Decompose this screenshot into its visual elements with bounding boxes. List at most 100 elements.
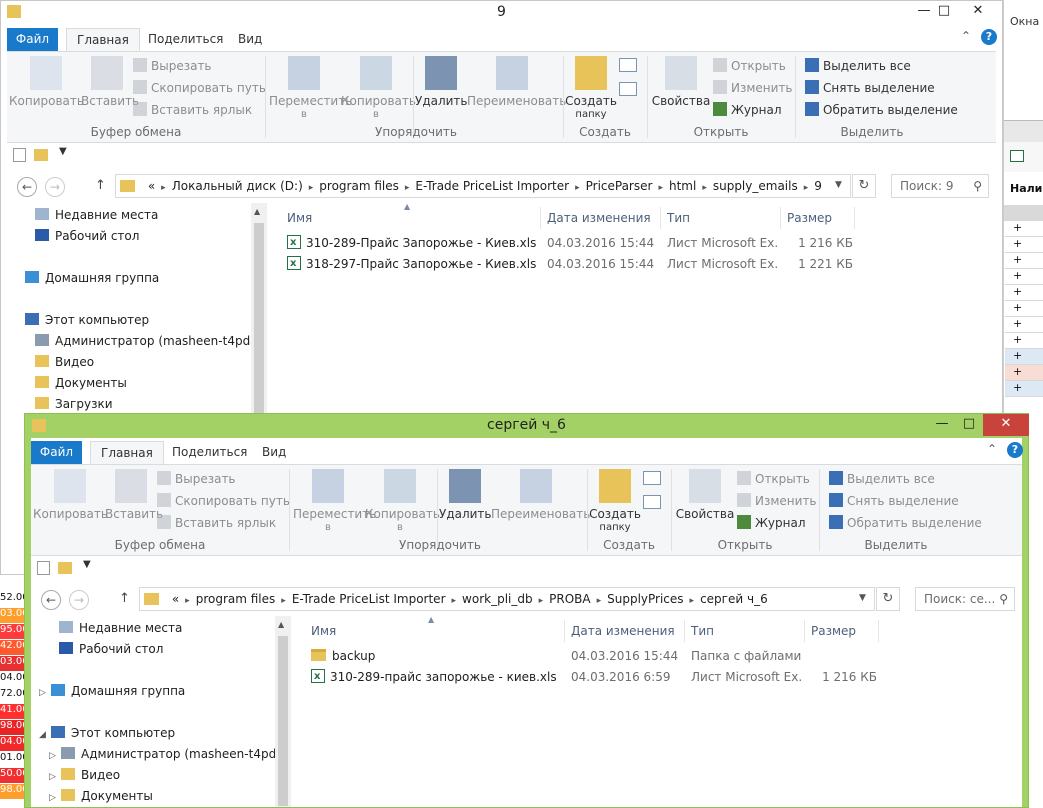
forward-button[interactable]: → bbox=[69, 590, 89, 610]
edit-button[interactable]: Изменить bbox=[737, 492, 817, 510]
cut-button[interactable]: Вырезать bbox=[133, 57, 212, 75]
up-button[interactable]: ↑ bbox=[119, 591, 130, 606]
tab-file[interactable]: Файл bbox=[7, 28, 58, 51]
rename-button[interactable]: Переименовать bbox=[491, 469, 590, 521]
tree-item[interactable]: ▷ Администратор (masheen-t4pdal0) bbox=[49, 744, 291, 764]
file-row[interactable]: 318-297-Прайс Запорожье - Киев.xls 04.03.… bbox=[281, 254, 996, 275]
tab-share[interactable]: Поделиться bbox=[138, 28, 233, 51]
select-none-button[interactable]: Снять выделение bbox=[829, 492, 959, 510]
back-button[interactable]: ← bbox=[17, 177, 37, 197]
tab-home[interactable]: Главная bbox=[90, 441, 164, 464]
easy-access-icon[interactable] bbox=[643, 495, 661, 509]
select-none-button[interactable]: Снять выделение bbox=[805, 79, 935, 97]
chevron-down-icon[interactable]: ▼ bbox=[835, 180, 842, 190]
scrollbar-thumb[interactable] bbox=[278, 636, 288, 806]
properties-icon[interactable] bbox=[37, 561, 50, 575]
copy-path-button[interactable]: Скопировать путь bbox=[133, 79, 266, 97]
open-button[interactable]: Открыть bbox=[737, 470, 810, 488]
scroll-up-icon[interactable]: ▲ bbox=[278, 620, 284, 629]
breadcrumb-item[interactable]: PriceParser bbox=[580, 175, 659, 197]
tree-item[interactable]: Этот компьютер bbox=[25, 310, 149, 330]
paste-button[interactable]: Вставить bbox=[105, 469, 163, 521]
expand-arrow-icon[interactable]: ◢ bbox=[39, 725, 51, 745]
column-header-name[interactable]: Имя bbox=[305, 620, 565, 642]
move-to-button[interactable]: Переместить в bbox=[269, 56, 352, 122]
select-all-button[interactable]: Выделить все bbox=[829, 470, 935, 488]
tree-item[interactable]: Домашняя группа bbox=[25, 268, 159, 288]
copy-to-button[interactable]: Копировать в bbox=[341, 56, 416, 122]
tree-item[interactable]: ▷ Документы bbox=[49, 786, 153, 806]
breadcrumb-overflow[interactable]: « bbox=[166, 588, 185, 610]
easy-access-icon[interactable] bbox=[619, 82, 637, 96]
scrollbar-thumb[interactable] bbox=[254, 223, 264, 423]
history-button[interactable]: Журнал bbox=[737, 514, 806, 532]
file-row[interactable]: 310-289-Прайс Запорожье - Киев.xls 04.03.… bbox=[281, 233, 996, 254]
chevron-up-icon[interactable]: ⌃ bbox=[987, 442, 997, 456]
delete-button[interactable]: Удалить bbox=[415, 56, 468, 108]
column-header-type[interactable]: Тип bbox=[661, 207, 781, 229]
tab-home[interactable]: Главная bbox=[66, 28, 140, 51]
new-folder-button[interactable]: Создать папку bbox=[589, 469, 641, 535]
open-button[interactable]: Открыть bbox=[713, 57, 786, 75]
address-bar[interactable]: «▸ Локальный диск (D:) ▸ program files ▸ E-Tr… bbox=[115, 174, 851, 198]
column-header-size[interactable]: Размер bbox=[805, 620, 879, 642]
new-item-icon[interactable] bbox=[643, 471, 661, 485]
properties-button[interactable]: Свойства bbox=[675, 469, 735, 521]
expand-arrow-icon[interactable]: ▷ bbox=[39, 683, 51, 703]
rename-button[interactable]: Переименовать bbox=[467, 56, 566, 108]
properties-button[interactable]: Свойства bbox=[651, 56, 711, 108]
search-input[interactable]: Поиск: 9 ⚲ bbox=[891, 174, 989, 198]
refresh-icon[interactable]: ↻ bbox=[876, 587, 900, 611]
expand-arrow-icon[interactable]: ▷ bbox=[49, 767, 61, 787]
file-row[interactable]: backup 04.03.2016 15:44 Папка с файлами bbox=[305, 646, 1022, 667]
scroll-up-icon[interactable]: ▲ bbox=[254, 207, 260, 216]
breadcrumb-item[interactable]: program files bbox=[190, 588, 282, 610]
expand-arrow-icon[interactable]: ▷ bbox=[49, 746, 61, 766]
expand-arrow-icon[interactable]: ▷ bbox=[49, 788, 61, 807]
history-button[interactable]: Журнал bbox=[713, 101, 782, 119]
breadcrumb-overflow[interactable]: « bbox=[142, 175, 161, 197]
column-header-name[interactable]: Имя bbox=[281, 207, 541, 229]
refresh-icon[interactable]: ↻ bbox=[852, 174, 876, 198]
file-name-cell[interactable]: 318-297-Прайс Запорожье - Киев.xls bbox=[287, 254, 537, 275]
column-header-date[interactable]: Дата изменения bbox=[565, 620, 685, 642]
tree-item[interactable]: Видео bbox=[35, 352, 94, 372]
tab-view[interactable]: Вид bbox=[252, 441, 296, 464]
properties-icon[interactable] bbox=[13, 148, 26, 162]
delete-button[interactable]: Удалить bbox=[439, 469, 492, 521]
tree-item[interactable]: ▷ Видео bbox=[49, 765, 120, 785]
search-input[interactable]: Поиск: се... ⚲ bbox=[915, 587, 1015, 611]
file-name-cell[interactable]: 310-289-прайс запорожье - киев.xls bbox=[311, 667, 561, 688]
breadcrumb-item[interactable]: E-Trade PriceList Importer bbox=[409, 175, 575, 197]
new-folder-icon[interactable] bbox=[34, 149, 48, 161]
tree-item[interactable]: Недавние места bbox=[59, 618, 182, 638]
tree-item[interactable]: Рабочий стол bbox=[35, 226, 139, 246]
paste-shortcut-button[interactable]: Вставить ярлык bbox=[157, 514, 276, 532]
tree-item[interactable]: Рабочий стол bbox=[59, 639, 163, 659]
tab-share[interactable]: Поделиться bbox=[162, 441, 257, 464]
close-button[interactable]: ✕ bbox=[983, 414, 1029, 436]
copy-button[interactable]: Копировать bbox=[33, 469, 108, 521]
file-name-cell[interactable]: backup bbox=[311, 646, 561, 667]
forward-button[interactable]: → bbox=[45, 177, 65, 197]
column-header-type[interactable]: Тип bbox=[685, 620, 805, 642]
tree-item[interactable]: ▷ Домашняя группа bbox=[39, 681, 185, 701]
tree-item[interactable]: Недавние места bbox=[35, 205, 158, 225]
maximize-button[interactable]: □ bbox=[953, 414, 985, 436]
help-icon[interactable]: ? bbox=[1007, 442, 1023, 458]
close-button[interactable]: ✕ bbox=[958, 1, 998, 23]
breadcrumb-item[interactable]: program files bbox=[313, 175, 405, 197]
copy-button[interactable]: Копировать bbox=[9, 56, 84, 108]
edit-button[interactable]: Изменить bbox=[713, 79, 793, 97]
copy-path-button[interactable]: Скопировать путь bbox=[157, 492, 290, 510]
move-to-button[interactable]: Переместить в bbox=[293, 469, 376, 535]
chevron-down-icon[interactable]: ▼ bbox=[859, 593, 866, 603]
cut-button[interactable]: Вырезать bbox=[157, 470, 236, 488]
tab-view[interactable]: Вид bbox=[228, 28, 272, 51]
breadcrumb-item[interactable]: SupplyPrices bbox=[601, 588, 689, 610]
select-all-button[interactable]: Выделить все bbox=[805, 57, 911, 75]
chevron-down-icon[interactable]: ▼ bbox=[83, 559, 91, 570]
chevron-down-icon[interactable]: ▼ bbox=[59, 146, 67, 157]
breadcrumb-item[interactable]: PROBA bbox=[543, 588, 596, 610]
breadcrumb-item[interactable]: work_pli_db bbox=[456, 588, 539, 610]
